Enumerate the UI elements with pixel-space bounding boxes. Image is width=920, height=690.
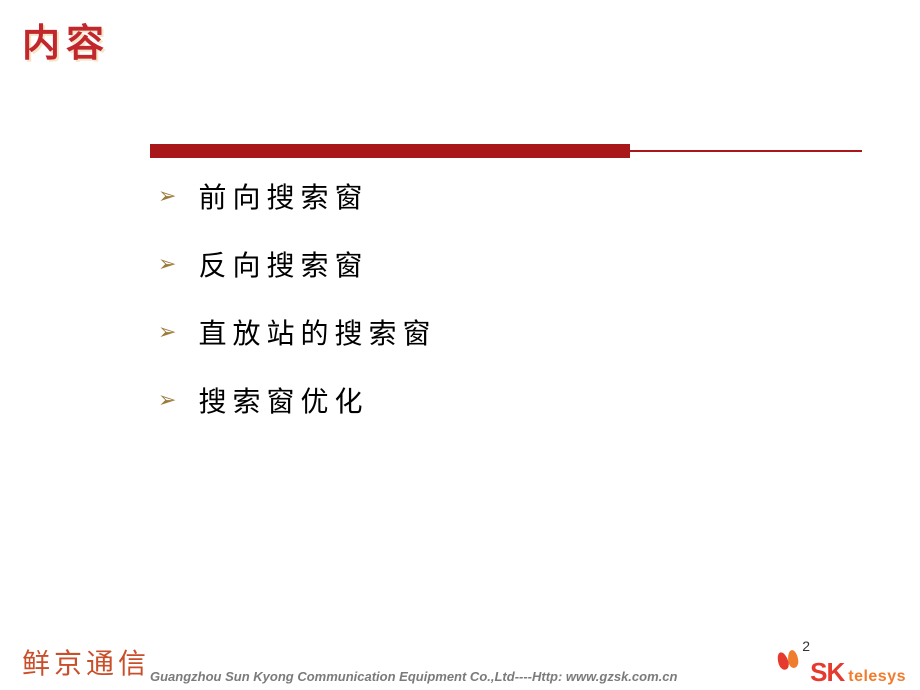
list-item: ➢ 直放站的搜索窗 <box>158 312 436 352</box>
bullet-text: 反向搜索窗 <box>198 244 368 284</box>
logo-telesys-text: telesys <box>848 668 906 686</box>
bullet-text: 前向搜索窗 <box>198 176 368 216</box>
divider-bar-thick <box>150 144 630 158</box>
bullet-list: ➢ 前向搜索窗 ➢ 反向搜索窗 ➢ 直放站的搜索窗 ➢ 搜索窗优化 <box>158 176 436 448</box>
footer-brand-cn: 鲜京通信 <box>22 642 150 682</box>
footer-company-text: Guangzhou Sun Kyong Communication Equipm… <box>150 669 677 684</box>
arrow-icon: ➢ <box>158 251 176 277</box>
arrow-icon: ➢ <box>158 319 176 345</box>
divider-bar-thin <box>630 150 862 152</box>
slide-title: 内容 <box>22 12 110 67</box>
logo-wings-icon <box>778 648 808 672</box>
bullet-text: 直放站的搜索窗 <box>198 312 436 352</box>
list-item: ➢ 反向搜索窗 <box>158 244 436 284</box>
bullet-text: 搜索窗优化 <box>198 380 368 420</box>
arrow-icon: ➢ <box>158 387 176 413</box>
list-item: ➢ 搜索窗优化 <box>158 380 436 420</box>
logo-sk-text: SK <box>810 657 844 688</box>
list-item: ➢ 前向搜索窗 <box>158 176 436 216</box>
slide: 内容 内容 ➢ 前向搜索窗 ➢ 反向搜索窗 ➢ 直放站的搜索窗 ➢ 搜索窗优化 … <box>0 0 920 690</box>
footer: 鲜京通信 Guangzhou Sun Kyong Communication E… <box>0 630 920 690</box>
sk-telesys-logo: SK telesys <box>778 648 906 688</box>
arrow-icon: ➢ <box>158 183 176 209</box>
